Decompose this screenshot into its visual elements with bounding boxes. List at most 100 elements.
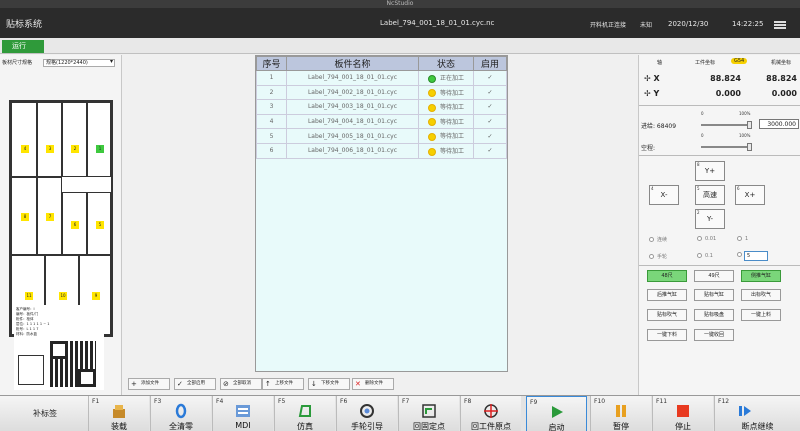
jog-x-plus-button[interactable]: 6 X+ xyxy=(735,185,765,205)
nesting-board: 4 3 2 1 8 7 6 5 11 10 9 xyxy=(9,100,113,337)
step-1-radio[interactable]: 1 xyxy=(737,236,748,242)
f6-handwheel-guide-button[interactable]: F6 手轮引导 xyxy=(336,396,397,431)
label-out-blow-button[interactable]: 出标吹气 xyxy=(741,289,781,301)
label-blow-button[interactable]: 贴标吹气 xyxy=(647,309,687,321)
feed-rate-input[interactable]: 3000.000 xyxy=(759,119,799,129)
f4-mdi-button[interactable]: F4 MDI xyxy=(212,396,273,431)
f12-resume-breakpoint-button[interactable]: F12 断点继续 xyxy=(714,396,800,431)
rear-push-cylinder-button[interactable]: 后推气缸 xyxy=(647,289,687,301)
f9-start-button[interactable]: F9 启动 xyxy=(526,396,587,431)
delete-label: 删除文件 xyxy=(365,381,383,386)
row-enabled[interactable]: ✓ xyxy=(473,128,507,144)
one-key-load-button[interactable]: 一键上料 xyxy=(741,309,781,321)
enabled-checkbox[interactable]: ✓ xyxy=(487,104,493,110)
49-size-button[interactable]: 49尺 xyxy=(694,270,734,282)
jog-y-plus-button[interactable]: 8 Y+ xyxy=(695,161,725,181)
table-row[interactable]: 6 Label_794_006_18_01_01.cyc 等待加工 ✓ xyxy=(256,142,507,159)
jog-y-minus-label: Y- xyxy=(707,215,713,223)
function-key-bar: 补标签 F1 装载 F3 全清零 F4 MDI F5 仿真 F6 手轮引导 F7… xyxy=(0,395,800,431)
f11-stop-button[interactable]: F11 停止 xyxy=(652,396,713,431)
axis-header: 轴 xyxy=(657,60,663,66)
row-enabled[interactable]: ✓ xyxy=(473,70,507,86)
one-key-collect-button[interactable]: 一键收回 xyxy=(694,329,734,341)
rapid-slider-knob[interactable] xyxy=(747,143,752,151)
piece-label: 7 xyxy=(46,213,54,221)
move-down-label: 下移文件 xyxy=(321,381,339,386)
row-enabled[interactable]: ✓ xyxy=(473,113,507,130)
f8-return-work-origin-button[interactable]: F8 回工件原点 xyxy=(460,396,521,431)
label-preview: 客户编号：I 编号：板件/门 柜件：柜体 层位：1 1 1 1 1 ~ 1 柜号… xyxy=(14,305,104,390)
f1-key: F1 xyxy=(92,398,100,405)
enabled-checkbox[interactable]: ✓ xyxy=(487,148,493,154)
enabled-checkbox[interactable]: ✓ xyxy=(487,89,493,96)
table-row[interactable]: 1 Label_794_001_18_01_01.cyc 正在加工 ✓ xyxy=(256,70,507,86)
feed-slider-knob[interactable] xyxy=(747,121,752,129)
side-push-cylinder-button[interactable]: 侧推气缸 xyxy=(741,270,781,282)
radio-circle xyxy=(649,237,654,242)
feed-override-slider[interactable] xyxy=(701,121,752,129)
f5-simulate-button[interactable]: F5 仿真 xyxy=(274,396,335,431)
enabled-checkbox[interactable]: ✓ xyxy=(487,119,493,125)
piece[interactable]: 5 xyxy=(87,192,111,255)
col-index: 序号 xyxy=(256,56,287,71)
piece[interactable]: 7 xyxy=(37,177,62,255)
menu-icon[interactable] xyxy=(774,21,786,29)
piece[interactable]: 8 xyxy=(11,177,37,255)
piece[interactable]: 6 xyxy=(62,192,87,255)
rapid-override-slider[interactable] xyxy=(701,143,752,151)
piece[interactable]: 3 xyxy=(37,102,62,177)
coord-row-y: ✢ Y 0.000 0.000 xyxy=(639,89,800,101)
piece[interactable]: 2 xyxy=(62,102,87,177)
one-key-unload-button[interactable]: 一键下料 xyxy=(647,329,687,341)
table-row[interactable]: 4 Label_794_004_18_01_01.cyc 等待加工 ✓ xyxy=(256,113,507,130)
enabled-checkbox[interactable]: ✓ xyxy=(487,75,493,81)
enabled-checkbox[interactable]: ✓ xyxy=(487,133,493,140)
replenish-label-button[interactable]: 补标签 xyxy=(0,396,90,431)
step-0-01-radio[interactable]: 0.01 xyxy=(697,236,716,242)
mode-handwheel-radio[interactable]: 手轮 xyxy=(649,253,667,260)
mode-continuous-radio[interactable]: 连续 xyxy=(649,236,667,243)
move-up-label: 上移文件 xyxy=(275,381,293,386)
piece[interactable]: 1 xyxy=(87,102,111,177)
move-down-button[interactable]: ↓ 下移文件 xyxy=(308,378,350,390)
jog-fast-button[interactable]: 5 高速 xyxy=(695,185,725,205)
jog-x-minus-button[interactable]: 4 X- xyxy=(649,185,679,205)
row-status-text: 等待加工 xyxy=(439,148,464,156)
status-waiting-icon xyxy=(427,147,436,156)
add-file-button[interactable]: + 添加文件 xyxy=(128,378,170,390)
delete-file-button[interactable]: ✕ 删除文件 xyxy=(352,378,394,390)
row-status: 等待加工 xyxy=(418,142,474,159)
row-enabled[interactable]: ✓ xyxy=(473,84,507,101)
step-0-01-label: 0.01 xyxy=(705,236,717,242)
divider xyxy=(639,105,800,106)
table-row[interactable]: 5 Label_794_005_18_01_01.cyc 等待加工 ✓ xyxy=(256,128,507,144)
current-date: 2020/12/30 xyxy=(668,20,709,28)
row-enabled[interactable]: ✓ xyxy=(473,99,507,115)
label-suction-button[interactable]: 贴标吸盘 xyxy=(694,309,734,321)
row-enabled[interactable]: ✓ xyxy=(473,142,507,159)
table-row[interactable]: 2 Label_794_002_18_01_01.cyc 等待加工 ✓ xyxy=(256,84,507,101)
coords-header: 轴 工件坐标 G54 机械坐标 xyxy=(639,55,800,68)
step-0-1-radio[interactable]: 0.1 xyxy=(697,253,713,259)
coord-system-badge[interactable]: G54 xyxy=(731,58,748,64)
rapid-tick-min: 0 xyxy=(701,133,704,138)
cancel-all-button[interactable]: ⊘ 全部取消 xyxy=(220,378,262,390)
table-row[interactable]: 3 Label_794_003_18_01_01.cyc 等待加工 ✓ xyxy=(256,99,507,115)
enable-all-label: 全部启用 xyxy=(187,381,205,386)
label-cylinder-button[interactable]: 贴标气缸 xyxy=(694,289,734,301)
jog-y-minus-button[interactable]: 2 Y- xyxy=(695,209,725,229)
tab-run[interactable]: 运行 xyxy=(2,40,44,53)
move-up-button[interactable]: ↑ 上移文件 xyxy=(262,378,304,390)
step-value-input[interactable]: 5 xyxy=(744,251,768,261)
enable-all-button[interactable]: ✓ 全部启用 xyxy=(174,378,216,390)
f3-clear-all-button[interactable]: F3 全清零 xyxy=(150,396,211,431)
key-hint: 5 xyxy=(697,186,700,191)
f1-load-button[interactable]: F1 装载 xyxy=(88,396,149,431)
sheet-size-select[interactable]: 规格(1220*2440) xyxy=(43,59,115,67)
piece-label: 6 xyxy=(71,221,79,229)
arrow-down-icon: ↓ xyxy=(311,380,317,388)
f10-pause-button[interactable]: F10 暂停 xyxy=(590,396,651,431)
f7-return-fixed-point-button[interactable]: F7 回固定点 xyxy=(398,396,459,431)
piece[interactable]: 4 xyxy=(11,102,37,177)
48-size-button[interactable]: 48尺 xyxy=(647,270,687,282)
